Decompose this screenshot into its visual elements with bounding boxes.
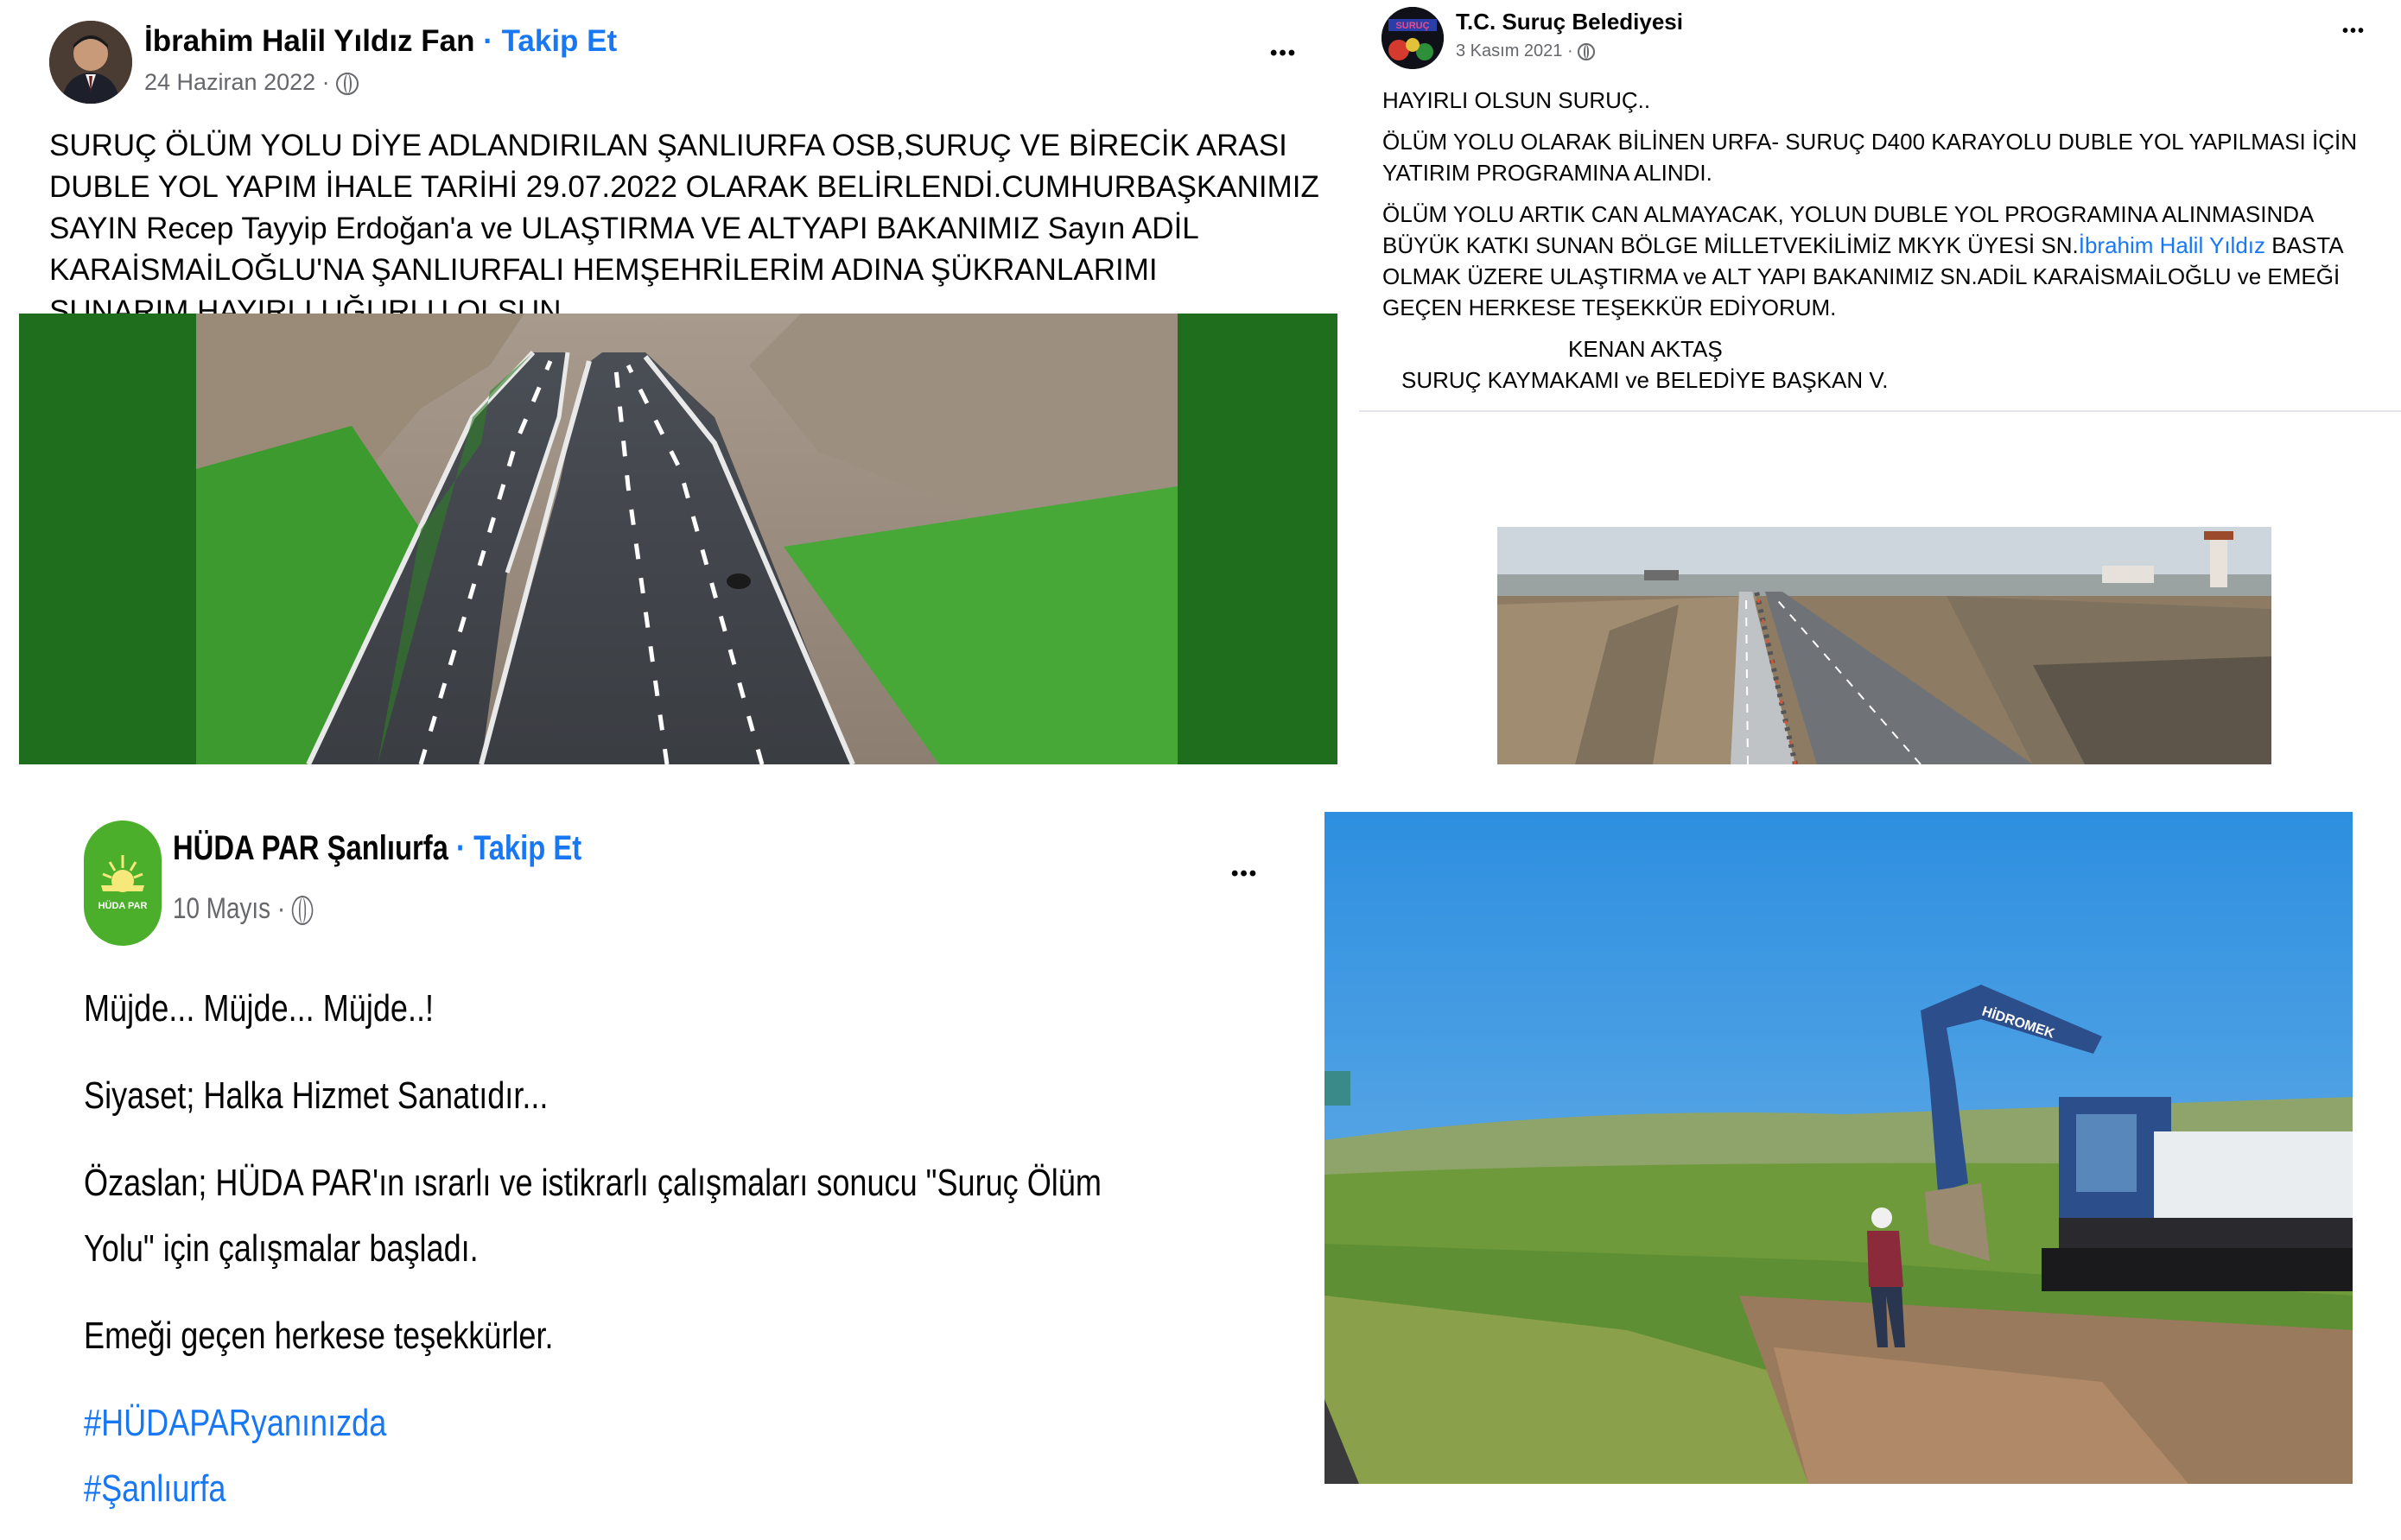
body-line: Emeği geçen herkese teşekkürler. [84, 1315, 554, 1357]
hashtag-link[interactable]: #HÜDAPARyanınızda [84, 1391, 1288, 1456]
post-image-highway[interactable] [19, 314, 1337, 764]
d400-road-photo [1497, 527, 2271, 764]
author-name[interactable]: HÜDA PAR Şanlıurfa [173, 829, 448, 867]
post-image-road[interactable] [1497, 527, 2271, 764]
avatar[interactable] [49, 21, 132, 104]
signature-title: SURUÇ KAYMAKAMI ve BELEDİYE BAŞKAN V. [1401, 367, 1889, 393]
divider [1359, 410, 2401, 412]
body-line: Siyaset; Halka Hizmet Sanatıdır... [84, 1074, 549, 1117]
globe-icon [336, 72, 359, 95]
signature-name: KENAN AKTAŞ [1568, 336, 1723, 362]
post-body: SURUÇ ÖLÜM YOLU DİYE ADLANDIRILAN ŞANLIU… [49, 129, 1319, 328]
date-text[interactable]: 24 Haziran 2022 · [144, 69, 330, 95]
follow-link[interactable]: · Takip Et [483, 24, 617, 58]
post-date[interactable]: 10 Mayıs · [173, 892, 314, 926]
more-options-button[interactable]: ••• [2342, 22, 2366, 41]
author-name[interactable]: İbrahim Halil Yıldız Fan [144, 24, 475, 58]
avatar[interactable]: SURUÇ [1382, 7, 1444, 69]
post-date[interactable]: 3 Kasım 2021 · [1456, 41, 1596, 61]
avatar-text: HÜDA PAR [98, 900, 148, 911]
date-text[interactable]: 3 Kasım 2021 · [1456, 41, 1573, 60]
post-date[interactable]: 24 Haziran 2022 · [144, 69, 359, 96]
hudapar-logo-icon: HÜDA PAR [84, 821, 162, 945]
more-options-button[interactable]: ••• [1270, 41, 1297, 66]
post-author[interactable]: İbrahim Halil Yıldız Fan · Takip Et [144, 24, 617, 59]
globe-icon [291, 896, 314, 926]
suruc-logo-icon: SURUÇ [1382, 7, 1444, 69]
body-line: ÖLÜM YOLU OLARAK BİLİNEN URFA- SURUÇ D40… [1382, 129, 2357, 186]
post-body: HAYIRLI OLSUN SURUÇ.. ÖLÜM YOLU OLARAK B… [1382, 85, 2393, 396]
post-author[interactable]: HÜDA PAR Şanlıurfa · Takip Et [173, 829, 581, 868]
excavator-photo[interactable]: HİDROMEK [1324, 812, 2353, 1484]
post-body: Müjde... Müjde... Müjde..! Siyaset; Halk… [84, 976, 1288, 1522]
highway-photo [196, 314, 1178, 764]
post-hudapar-sanliurfa: HÜDA PAR HÜDA PAR Şanlıurfa · Takip Et 1… [0, 795, 1313, 1540]
body-line: ÖLÜM YOLU ARTIK CAN ALMAYACAK, YOLUN DUB… [1382, 199, 2393, 323]
globe-icon [1578, 42, 1596, 60]
post-ibrahim-halil-yildiz-fan: İbrahim Halil Yıldız Fan · Takip Et 24 H… [19, 0, 1337, 764]
follow-link[interactable]: · Takip Et [456, 829, 581, 867]
date-text[interactable]: 10 Mayıs · [173, 892, 285, 925]
avatar[interactable]: HÜDA PAR [84, 821, 162, 946]
avatar-text: SURUÇ [1395, 21, 1429, 31]
body-line: Özaslan; HÜDA PAR'ın ısrarlı ve istikrar… [84, 1162, 1102, 1270]
excavator-scene: HİDROMEK [1324, 812, 2353, 1484]
more-options-button[interactable]: ••• [1231, 862, 1258, 886]
post-suruc-belediyesi: SURUÇ T.C. Suruç Belediyesi 3 Kasım 2021… [1359, 0, 2401, 764]
hashtag-link[interactable]: #Şanlıurfa [84, 1456, 1288, 1522]
body-line: HAYIRLI OLSUN SURUÇ.. [1382, 87, 1651, 113]
author-name[interactable]: T.C. Suruç Belediyesi [1456, 9, 1683, 35]
body-line: Müjde... Müjde... Müjde..! [84, 987, 435, 1030]
avatar-portrait-icon [49, 21, 132, 104]
mention-link[interactable]: İbrahim Halil Yıldız [2079, 232, 2265, 258]
